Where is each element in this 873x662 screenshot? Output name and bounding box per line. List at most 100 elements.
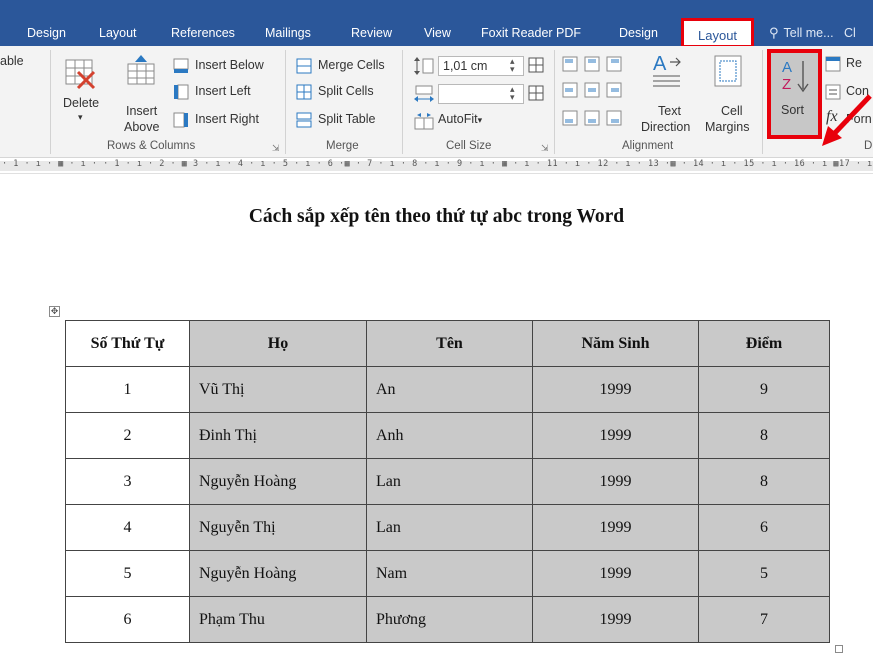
sort-button[interactable]: A Z Sort <box>767 49 822 139</box>
group-separator <box>554 50 555 154</box>
tab-design-table-tools[interactable]: Design <box>619 20 658 46</box>
repeat-header-rows-button[interactable]: Re <box>846 56 862 70</box>
cell-size-group-label: Cell Size <box>446 140 492 152</box>
svg-text:Z: Z <box>782 76 791 93</box>
cell-ten[interactable]: Nam <box>366 550 533 597</box>
insert-above-button[interactable]: Above <box>124 120 159 134</box>
cell-ten[interactable]: Phương <box>366 596 533 643</box>
tell-me-text: Tell me... <box>783 26 834 40</box>
align-icon[interactable] <box>606 82 622 98</box>
sort-az-icon: A Z <box>782 59 809 93</box>
table-move-icon[interactable]: ✥ <box>49 306 60 317</box>
align-icon[interactable] <box>584 110 600 126</box>
cell-ho[interactable]: Nguyễn Hoàng <box>189 550 367 597</box>
header-cell-stt[interactable]: Số Thứ Tự <box>65 320 190 367</box>
align-icon[interactable] <box>606 110 622 126</box>
delete-button[interactable]: Delete <box>63 96 99 110</box>
ribbon-tab-bar: Design Layout References Mailings Review… <box>0 0 873 48</box>
cell-nam-sinh[interactable]: 1999 <box>532 458 699 505</box>
header-cell-nam-sinh[interactable]: Năm Sinh <box>532 320 699 367</box>
tab-page-layout[interactable]: Layout <box>99 20 137 46</box>
table-row: 1 Vũ Thị An 1999 9 <box>65 366 830 413</box>
cell-ho[interactable]: Vũ Thị <box>189 366 367 413</box>
horizontal-ruler[interactable]: · 1 · ı · ▦ · ı · · 1 · ı · 2 · ▦ 3 · ı … <box>0 158 873 174</box>
tab-references[interactable]: References <box>171 20 235 46</box>
header-cell-ho[interactable]: Họ <box>189 320 367 367</box>
align-icon[interactable] <box>584 82 600 98</box>
cell-ten[interactable]: Lan <box>366 458 533 505</box>
cell-nam-sinh[interactable]: 1999 <box>532 366 699 413</box>
cell-ten[interactable]: Anh <box>366 412 533 459</box>
align-icon[interactable] <box>606 56 622 72</box>
ruler-ticks: · 1 · ı · ▦ · ı · · 1 · ı · 2 · ▦ 3 · ı … <box>2 159 873 169</box>
split-table-button[interactable]: Split Table <box>318 112 375 126</box>
column-width-spinner[interactable]: ▴ ▾ <box>510 85 515 102</box>
table-resize-handle[interactable] <box>835 645 843 653</box>
rows-columns-launcher-icon[interactable]: ⇲ <box>272 143 280 154</box>
cell-stt[interactable]: 1 <box>65 366 190 413</box>
cell-margins-button[interactable]: Margins <box>705 120 749 134</box>
cell-stt[interactable]: 3 <box>65 458 190 505</box>
table-row: 5 Nguyễn Hoàng Nam 1999 5 <box>65 550 830 597</box>
group-separator <box>50 50 51 154</box>
cell-stt[interactable]: 6 <box>65 596 190 643</box>
tab-layout-table-tools[interactable]: Layout <box>681 18 755 48</box>
tab-mailings[interactable]: Mailings <box>265 20 311 46</box>
cell-ho[interactable]: Phạm Thu <box>189 596 367 643</box>
split-cells-button[interactable]: Split Cells <box>318 84 374 98</box>
header-cell-diem[interactable]: Điểm <box>698 320 830 367</box>
insert-right-button[interactable]: Insert Right <box>195 112 259 126</box>
cell-stt[interactable]: 2 <box>65 412 190 459</box>
autofit-button[interactable]: AutoFit▾ <box>438 112 482 126</box>
insert-below-icon <box>173 58 189 73</box>
cell-nam-sinh[interactable]: 1999 <box>532 504 699 551</box>
group-separator <box>285 50 286 154</box>
cell-diem[interactable]: 6 <box>698 504 830 551</box>
svg-text:A: A <box>653 53 667 75</box>
cell-ho[interactable]: Nguyễn Hoàng <box>189 458 367 505</box>
row-height-spinner[interactable]: ▴ ▾ <box>510 57 515 74</box>
align-icon[interactable] <box>562 82 578 98</box>
text-direction-button[interactable]: Direction <box>641 120 690 134</box>
insert-above-label-line1[interactable]: Insert <box>126 104 157 118</box>
text-direction-label-line1[interactable]: Text <box>658 104 681 118</box>
cell-diem[interactable]: 8 <box>698 412 830 459</box>
cell-ho[interactable]: Nguyễn Thị <box>189 504 367 551</box>
header-cell-ten[interactable]: Tên <box>366 320 533 367</box>
table-row: 3 Nguyễn Hoàng Lan 1999 8 <box>65 458 830 505</box>
tell-me-search[interactable]: ⚲ Tell me... Cl <box>769 20 856 46</box>
distribute-rows-icon[interactable] <box>527 56 545 74</box>
table-group-label-cut[interactable]: able <box>0 54 24 68</box>
insert-left-button[interactable]: Insert Left <box>195 84 251 98</box>
cell-nam-sinh[interactable]: 1999 <box>532 412 699 459</box>
tab-view[interactable]: View <box>424 20 451 46</box>
delete-dropdown-chevron-icon[interactable]: ▾ <box>78 112 83 123</box>
document-title[interactable]: Cách sắp xếp tên theo thứ tự abc trong W… <box>0 206 873 228</box>
cell-size-launcher-icon[interactable]: ⇲ <box>541 143 549 154</box>
merge-cells-button[interactable]: Merge Cells <box>318 58 385 72</box>
tab-table-design[interactable]: Design <box>27 20 66 46</box>
autofit-chevron-down-icon: ▾ <box>477 115 483 125</box>
align-icon[interactable] <box>562 110 578 126</box>
cell-diem[interactable]: 8 <box>698 458 830 505</box>
cell-ho[interactable]: Đinh Thị <box>189 412 367 459</box>
align-icon[interactable] <box>584 56 600 72</box>
distribute-columns-icon[interactable] <box>527 84 545 102</box>
tab-review[interactable]: Review <box>351 20 392 46</box>
cell-diem[interactable]: 5 <box>698 550 830 597</box>
cell-stt[interactable]: 5 <box>65 550 190 597</box>
cell-diem[interactable]: 7 <box>698 596 830 643</box>
cell-ten[interactable]: Lan <box>366 504 533 551</box>
cell-diem[interactable]: 9 <box>698 366 830 413</box>
cell-nam-sinh[interactable]: 1999 <box>532 596 699 643</box>
align-icon[interactable] <box>562 56 578 72</box>
sort-label: Sort <box>781 103 804 117</box>
insert-below-button[interactable]: Insert Below <box>195 58 264 72</box>
cell-margins-label-line1[interactable]: Cell <box>721 104 743 118</box>
cell-stt[interactable]: 4 <box>65 504 190 551</box>
tab-foxit-reader-pdf[interactable]: Foxit Reader PDF <box>481 20 581 46</box>
split-table-icon <box>296 112 312 128</box>
cell-ten[interactable]: An <box>366 366 533 413</box>
student-table[interactable]: Số Thứ Tự Họ Tên Năm Sinh Điểm 1 Vũ Thị An… <box>65 320 830 643</box>
cell-nam-sinh[interactable]: 1999 <box>532 550 699 597</box>
